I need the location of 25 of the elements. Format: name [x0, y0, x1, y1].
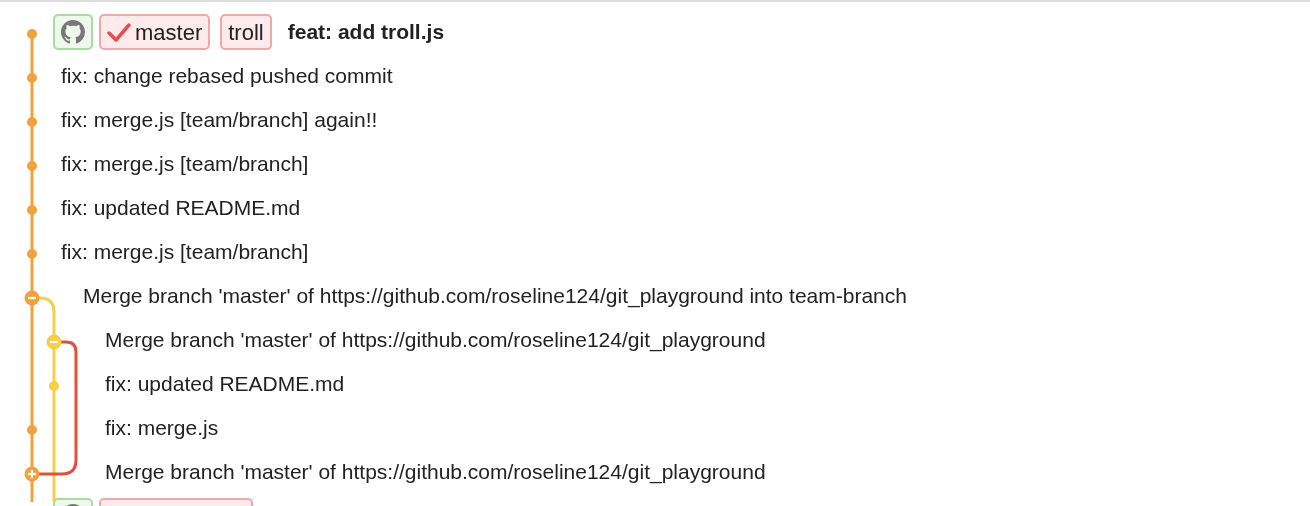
commit-message[interactable]: fix: updated README.md — [61, 192, 301, 224]
commit-dot — [49, 381, 59, 391]
commit-message[interactable]: feat: add troll.js — [287, 16, 445, 48]
commit-dot — [27, 73, 37, 83]
commit-dot — [27, 249, 37, 259]
commit-message[interactable]: Merge branch 'master' of https://github.com/roseline124/git_playground into team-branch — [83, 280, 907, 312]
commit-dot — [27, 29, 37, 39]
commit-message[interactable]: fix: merge.js [team/branch] — [61, 236, 309, 268]
branch-badge: troll — [220, 14, 272, 50]
github-icon — [61, 20, 85, 44]
commit-message[interactable]: Merge branch 'master' of https://github.com/roseline124/git_playground — [105, 324, 766, 356]
commit-message[interactable]: fix: merge.js [team/branch] again!! — [61, 104, 378, 136]
commit-message[interactable]: Merge branch 'master' of https://github.com/roseline124/git_playground — [105, 456, 766, 488]
commit-dot — [27, 161, 37, 171]
commit-message[interactable]: fix: merge.js [team/branch] — [61, 148, 309, 180]
commit-message[interactable]: fix: change rebased pushed commit — [61, 60, 393, 92]
commit-dot — [27, 425, 37, 435]
commit-message[interactable]: fix: updated README.md — [105, 368, 345, 400]
minus-node-icon — [46, 334, 62, 350]
branch-badge: master — [99, 14, 211, 50]
commit-dot — [27, 205, 37, 215]
commit-message[interactable]: fix: merge.js — [105, 412, 219, 444]
minus-node-icon — [24, 290, 40, 306]
commit-dot — [27, 117, 37, 127]
plus-node-icon — [24, 466, 40, 482]
